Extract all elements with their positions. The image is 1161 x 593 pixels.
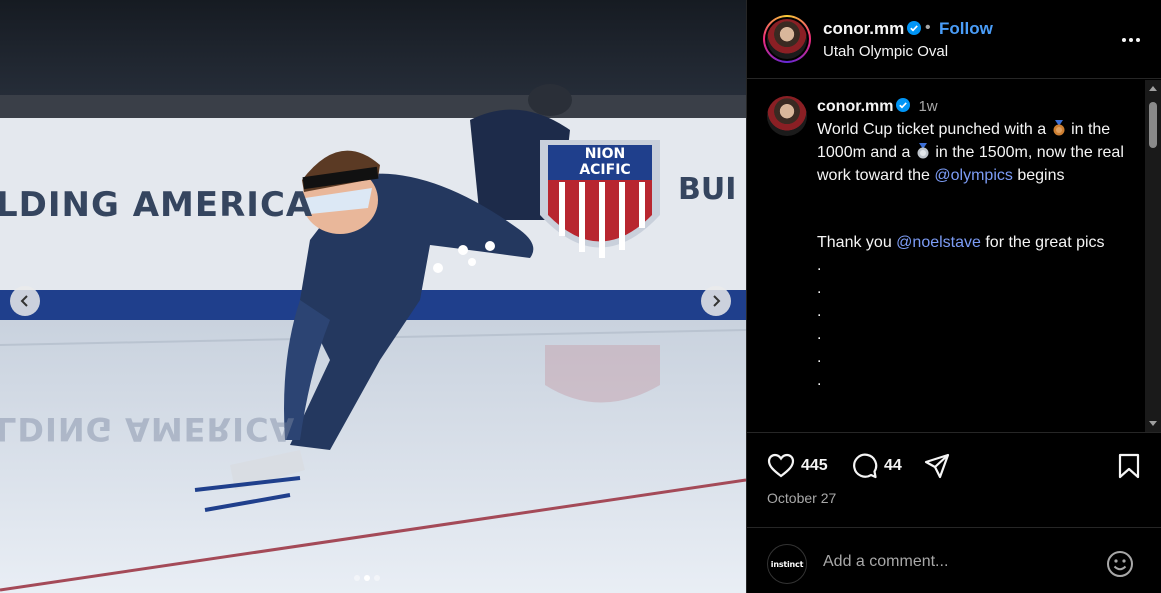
shield-text: NION ACIFIC [560,146,650,178]
share-button[interactable] [923,452,951,480]
chevron-right-icon [713,295,721,307]
post-media[interactable]: LDING AMERICA BUI NION ACIFIC LDING AMER… [0,0,746,593]
author-username-text[interactable]: conor.mm [823,19,904,38]
mention-link[interactable]: @olympics [934,167,1012,184]
caption-dot: . [817,303,822,320]
bronze-medal-icon [1053,120,1065,136]
slide-dot [354,575,360,581]
verified-icon [907,21,922,35]
caption-text-part: begins [1017,167,1065,184]
emoji-icon[interactable] [1105,549,1135,579]
silver-medal-icon [917,143,929,159]
like-button[interactable]: 445 [767,452,828,480]
caption-time[interactable]: 1w [918,98,937,115]
post-header: conor.mm • Follow Utah Olympic Oval [747,0,1161,79]
comment-input[interactable] [823,553,1083,571]
slide-dot [374,575,380,581]
like-count[interactable]: 445 [801,457,828,475]
caption-text-part: for the great pics [985,234,1105,251]
header-separator: • [925,19,931,36]
add-comment-bar: instinct [747,527,1161,593]
shield-text-line-2: ACIFIC [579,162,631,178]
caption-username[interactable]: conor.mm [817,98,893,115]
caption-body: conor.mm 1w World Cup ticket punched with… [817,95,1135,392]
heart-icon [767,453,795,478]
caption-dot: . [817,257,822,274]
caption-dot: . [817,280,822,297]
post-date[interactable]: October 27 [767,490,836,506]
chevron-left-icon [20,295,28,307]
author-username[interactable]: conor.mm [823,19,922,39]
bookmark-icon [1118,453,1140,479]
caption-text: World Cup ticket punched with a in the 1… [817,118,1135,187]
caption-text-part: Thank you [817,234,892,251]
caption-text-part: World Cup ticket punched with a [817,121,1047,138]
viewer-avatar: instinct [767,544,807,584]
banner-reflection: LDING AMERICA [0,410,296,448]
banner-text: LDING AMERICA [0,185,314,225]
caption-dot: . [817,349,822,366]
skater-photo [0,0,746,593]
comment-button[interactable]: 44 [850,452,902,480]
caption-dot: . [817,326,822,343]
caption-avatar[interactable] [767,96,807,136]
share-icon [924,453,950,479]
mention-link[interactable]: @noelstave [896,234,981,251]
save-button[interactable] [1115,452,1143,480]
banner-text-right: BUI [678,172,737,207]
comment-icon [853,453,878,479]
more-icon[interactable] [1119,28,1143,52]
comments-scrollbar[interactable] [1145,80,1161,432]
post-sidebar: conor.mm • Follow Utah Olympic Oval cono… [746,0,1161,593]
shield-text-line-1: NION [584,146,626,162]
post-actions: 445 44 October 27 [747,432,1161,527]
follow-button[interactable]: Follow [939,19,993,39]
comment-count[interactable]: 44 [884,457,902,475]
previous-slide-button[interactable] [10,286,40,316]
next-slide-button[interactable] [701,286,731,316]
caption-text-thanks: Thank you @noelstave for the great pics [817,231,1135,254]
caption-section: conor.mm 1w World Cup ticket punched with… [747,80,1161,432]
slide-dot-active [364,575,370,581]
post-location[interactable]: Utah Olympic Oval [823,43,948,60]
verified-icon [896,98,911,112]
caption-dot: . [817,372,822,389]
author-avatar[interactable] [763,15,811,63]
slide-indicator [354,575,380,581]
